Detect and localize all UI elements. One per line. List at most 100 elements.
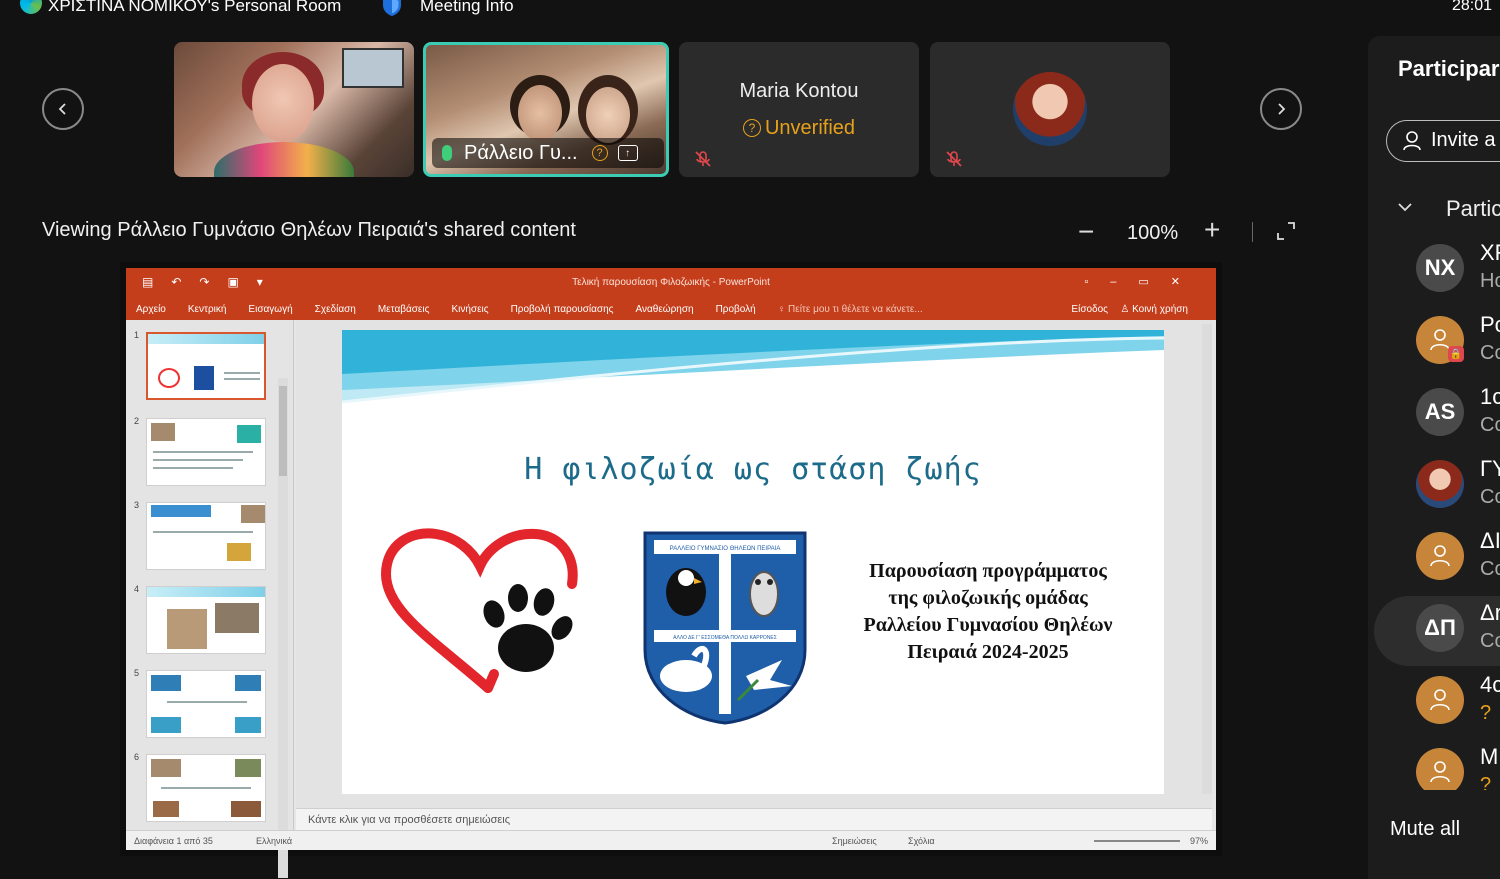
language-indicator[interactable]: Ελληνικά <box>256 836 292 846</box>
ribbon-tabs: Αρχείο Κεντρική Εισαγωγή Σχεδίαση Μεταβά… <box>126 298 1216 320</box>
ppt-status-bar: Διαφάνεια 1 από 35 Ελληνικά Σημειώσεις Σ… <box>126 830 1216 850</box>
slide-thumbnail[interactable] <box>146 754 266 822</box>
ribbon-tab[interactable]: Κινήσεις <box>451 304 488 315</box>
shared-content-label: Viewing Ράλλειο Γυμνάσιο Θηλέων Πειραιά'… <box>42 219 576 241</box>
mute-all-button[interactable]: Mute all <box>1390 818 1460 841</box>
thumb-number: 1 <box>134 330 140 340</box>
participant-row[interactable]: NX XF Ho <box>1368 236 1500 306</box>
thumb-number: 2 <box>134 416 140 426</box>
meeting-timer: 28:01 <box>1452 0 1493 14</box>
shared-screen[interactable]: ▤↶↷▣▾ Τελική παρουσίαση Φιλοζωικής - Pow… <box>120 262 1222 878</box>
participant-avatar <box>1416 748 1464 796</box>
participant-face <box>586 87 630 143</box>
zoom-slider[interactable] <box>1094 840 1180 842</box>
unverified-icon: ? <box>1480 702 1492 724</box>
meeting-info-link[interactable]: Meeting Info <box>420 0 514 16</box>
participant-name: ΔΙ <box>1480 528 1500 553</box>
mic-on-icon <box>442 145 452 161</box>
person-icon <box>1430 761 1450 783</box>
ppt-zoom-level[interactable]: 97% <box>1190 836 1208 846</box>
previous-participants-button[interactable] <box>42 88 84 130</box>
slide-editor: Η φιλοζωία ως στάση ζωής ΡΑΛΛΕΙΟ ΓΥΜΝΑΣΙ… <box>296 320 1212 808</box>
slide-thumbnail[interactable] <box>146 586 266 654</box>
comments-toggle[interactable]: Σχόλια <box>908 836 935 846</box>
participant-role: Co <box>1480 486 1500 508</box>
current-slide[interactable]: Η φιλοζωία ως στάση ζωής ΡΑΛΛΕΙΟ ΓΥΜΝΑΣΙ… <box>342 330 1164 794</box>
participant-row[interactable]: AS 1c Co <box>1368 380 1500 450</box>
shield-icon[interactable] <box>380 0 404 18</box>
participant-avatar <box>1013 72 1087 146</box>
add-person-icon <box>1403 131 1421 151</box>
participant-row[interactable]: ΔΙ Co <box>1368 524 1500 594</box>
slide-scrollbar[interactable] <box>1202 324 1212 794</box>
tell-me-search[interactable]: ♀ Πείτε μου τι θέλετε να κάνετε... <box>778 304 945 315</box>
video-tile[interactable] <box>174 42 414 177</box>
person-icon <box>1430 545 1450 567</box>
ribbon-tab[interactable]: Προβολή παρουσίασης <box>511 304 614 315</box>
ppt-share-button[interactable]: ♙ Κοινή χρήση <box>1120 304 1210 315</box>
zoom-level: 100% <box>1127 222 1179 244</box>
school-crest-logo: ΡΑΛΛΕΙΟ ΓΥΜΝΑΣΙΟ ΘΗΛΕΩΝ ΠΕΙΡΑΙΑ ΑΛΛΟ ΔΕ … <box>643 531 807 725</box>
webex-logo-icon <box>20 0 42 14</box>
participant-row[interactable]: 4c ? <box>1368 668 1500 738</box>
thumb-number: 5 <box>134 668 140 678</box>
slide-thumbnail[interactable] <box>146 418 266 486</box>
tile-name-bar: Ράλλειο Γυ... ? ↑ <box>432 138 664 168</box>
zoom-out-button[interactable]: − <box>1078 216 1094 248</box>
heart-paw-logo <box>380 528 578 693</box>
slide-thumbnail[interactable] <box>146 332 266 400</box>
slide-thumbnail[interactable] <box>146 502 266 570</box>
ribbon-tab[interactable]: Εισαγωγή <box>248 304 292 315</box>
participant-name: Δr <box>1480 600 1500 625</box>
participant-role: Co <box>1480 414 1500 436</box>
document-title: Τελική παρουσίαση Φιλοζωικής - PowerPoin… <box>572 277 770 288</box>
participant-role: Co <box>1480 630 1500 652</box>
participant-avatar: AS <box>1416 388 1464 436</box>
participant-role: Co <box>1480 342 1500 364</box>
ribbon-tab[interactable]: Κεντρική <box>188 304 227 315</box>
unverified-icon: ? <box>742 119 761 137</box>
person-icon <box>1430 689 1450 711</box>
chevron-left-icon <box>58 103 66 115</box>
tile-name: Ράλλειο Γυ... <box>464 141 578 164</box>
participant-tile[interactable] <box>930 42 1170 177</box>
thumb-number: 4 <box>134 584 140 594</box>
ribbon-tab[interactable]: Προβολή <box>716 304 756 315</box>
slide-body-line: Παρουσίαση προγράμματος <box>869 560 1107 582</box>
participant-name: 4c <box>1480 672 1500 697</box>
ribbon-tab[interactable]: Αναθεώρηση <box>635 304 693 315</box>
thumbnails-scrollbar[interactable] <box>278 378 288 878</box>
chevron-down-icon <box>1398 203 1412 212</box>
next-participants-button[interactable] <box>1260 88 1302 130</box>
participant-row[interactable]: 🔒 Pc Co <box>1368 308 1500 378</box>
ribbon-tab[interactable]: Σχεδίαση <box>315 304 356 315</box>
participant-tile[interactable]: Maria Kontou ? Unverified <box>679 42 919 177</box>
thumb-number: 3 <box>134 500 140 510</box>
fullscreen-icon[interactable] <box>1276 221 1296 241</box>
slide-body-text: Παρουσίαση προγράμματος της φιλοζωικής ο… <box>838 558 1138 666</box>
panel-title: Participar <box>1398 56 1500 81</box>
sharing-icon: ↑ <box>617 145 638 161</box>
notes-toggle[interactable]: Σημειώσεις <box>832 836 877 846</box>
video-tile-active-speaker[interactable]: Ράλλειο Γυ... ? ↑ <box>423 42 669 177</box>
background-picture <box>342 48 404 88</box>
slide-wave-decoration <box>342 330 1164 404</box>
unverified-icon: ? <box>591 145 608 161</box>
tile-name: Maria Kontou <box>739 80 859 102</box>
participant-avatar: NX <box>1416 244 1464 292</box>
participant-row-selected[interactable]: ΔΠ Δr Co <box>1374 596 1500 666</box>
participant-row[interactable]: ΓΥ Co <box>1368 452 1500 522</box>
sign-in-link[interactable]: Είσοδος <box>1071 304 1108 315</box>
zoom-in-button[interactable]: + <box>1204 214 1220 246</box>
participant-face <box>252 64 314 142</box>
slide-thumbnail[interactable] <box>146 670 266 738</box>
notes-pane[interactable]: Κάντε κλικ για να προσθέσετε σημειώσεις <box>296 808 1212 832</box>
ribbon-tab[interactable]: Αρχείο <box>136 304 166 315</box>
invite-button[interactable]: Invite a <box>1386 120 1500 162</box>
participants-section-header[interactable]: Partic <box>1398 196 1500 222</box>
ribbon-tab[interactable]: Μεταβάσεις <box>378 304 430 315</box>
participant-avatar <box>1416 676 1464 724</box>
participant-avatar: ΔΠ <box>1416 604 1464 652</box>
thumb-number: 6 <box>134 752 140 762</box>
participant-avatar <box>1416 532 1464 580</box>
